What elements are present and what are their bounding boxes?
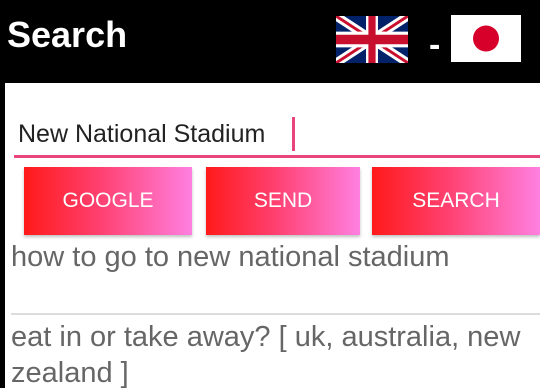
google-button[interactable]: GOOGLE (24, 167, 192, 235)
list-item[interactable]: how to go to new national stadium (11, 239, 540, 311)
search-input[interactable] (14, 113, 540, 155)
japan-flag-icon[interactable] (451, 15, 521, 62)
uk-flag-icon[interactable] (336, 16, 408, 63)
flag-separator: - (429, 26, 441, 64)
app-header: Search - (0, 0, 540, 83)
list-divider (11, 313, 540, 315)
page-title: Search (7, 14, 128, 55)
send-button[interactable]: SEND (206, 167, 360, 235)
list-item[interactable]: eat in or take away? [ uk, australia, ne… (11, 319, 540, 388)
text-caret (292, 117, 295, 151)
search-field[interactable] (14, 113, 540, 158)
search-button[interactable]: SEARCH (372, 167, 540, 235)
